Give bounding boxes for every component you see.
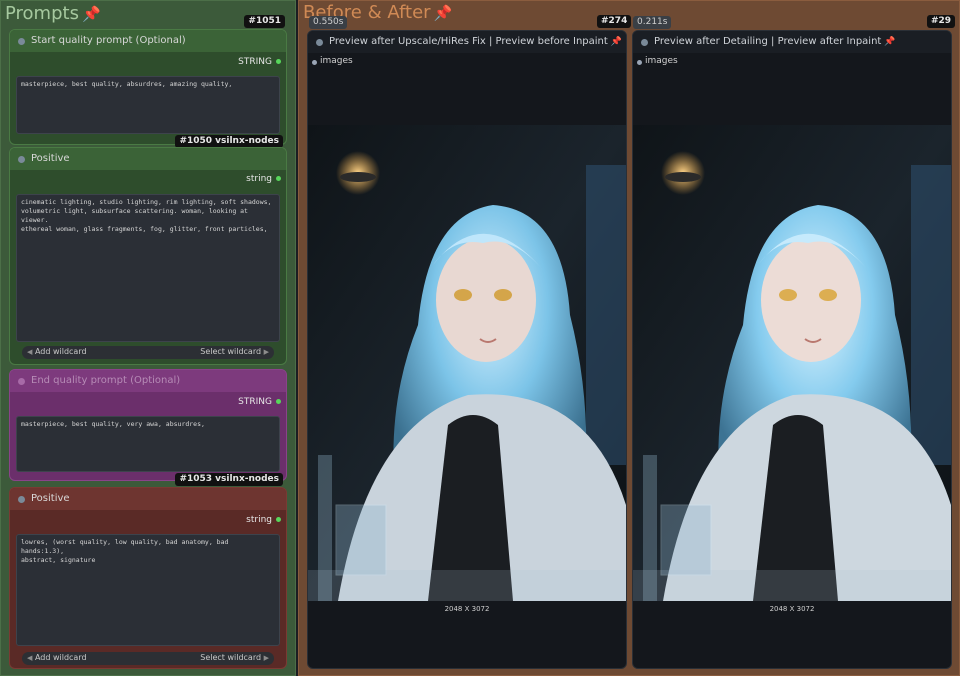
pin-icon[interactable]: 📌 [434,4,453,22]
node-title: Positive [31,153,70,164]
prompts-group[interactable]: Prompts 📌 #1051 Start quality prompt (Opt… [0,0,296,676]
collapse-dot-icon[interactable] [18,38,25,45]
negative-textarea[interactable]: lowres, (worst quality, low quality, bad… [16,534,280,646]
pin-icon[interactable]: 📌 [884,37,895,47]
collapse-dot-icon[interactable] [18,496,25,503]
end-quality-textarea[interactable]: masterpiece, best quality, very awa, abs… [16,416,280,472]
wildcard-bar[interactable]: ◀ Add wildcard Select wildcard ▶ [22,652,274,665]
output-label: string [246,515,272,525]
prompts-group-badge: #1051 [244,15,285,28]
negative-node[interactable]: Positive string lowres, (worst quality, … [9,487,287,669]
input-label: images [645,56,678,66]
start-quality-node[interactable]: Start quality prompt (Optional) STRING m… [9,29,287,145]
execution-time-badge: 0.211s [633,16,672,29]
preview-node-after[interactable]: Preview after Detailing | Preview after … [632,30,952,669]
image-dimensions: 2048 X 3072 [769,605,815,613]
collapse-dot-icon[interactable] [18,156,25,163]
node-header[interactable]: Positive [10,488,286,510]
pin-icon[interactable]: 📌 [82,5,101,23]
positive-textarea[interactable]: cinematic lighting, studio lighting, rim… [16,194,280,342]
triangle-right-icon: ▶ [263,348,269,356]
input-slot-icon[interactable] [637,60,642,65]
node-header[interactable]: End quality prompt (Optional) [10,370,286,392]
output-label: STRING [238,397,272,407]
add-wildcard-button[interactable]: ◀ Add wildcard [27,653,87,662]
pin-icon[interactable]: 📌 [611,37,622,47]
collapse-dot-icon[interactable] [641,39,648,46]
positive-node[interactable]: Positive string cinematic lighting, stud… [9,147,287,365]
add-wildcard-button[interactable]: ◀ Add wildcard [27,347,87,356]
node-header[interactable]: Positive [10,148,286,170]
node-title: End quality prompt (Optional) [31,375,181,386]
node-title: Start quality prompt (Optional) [31,35,186,46]
node-title: Positive [31,493,70,504]
node-title: Preview after Detailing | Preview after … [654,36,896,47]
preview-image[interactable] [308,125,626,601]
triangle-left-icon: ◀ [27,654,33,662]
collapse-dot-icon[interactable] [316,39,323,46]
collapse-dot-icon[interactable] [18,378,25,385]
input-label: images [320,56,353,66]
image-dimensions: 2048 X 3072 [444,605,490,613]
output-label: STRING [238,57,272,67]
output-slot-icon[interactable] [276,176,281,181]
output-label: string [246,174,272,184]
node-header[interactable]: Preview after Upscale/HiRes Fix | Previe… [308,31,626,53]
select-wildcard-button[interactable]: Select wildcard ▶ [200,653,269,662]
output-slot-icon[interactable] [276,399,281,404]
triangle-right-icon: ▶ [263,654,269,662]
preview-node-before[interactable]: Preview after Upscale/HiRes Fix | Previe… [307,30,627,669]
triangle-left-icon: ◀ [27,348,33,356]
node-header[interactable]: Preview after Detailing | Preview after … [633,31,951,53]
preview-image[interactable] [633,125,951,601]
end-quality-node[interactable]: End quality prompt (Optional) STRING mas… [9,369,287,481]
output-slot-icon[interactable] [276,517,281,522]
node-title: Preview after Upscale/HiRes Fix | Previe… [329,36,623,47]
select-wildcard-button[interactable]: Select wildcard ▶ [200,347,269,356]
wildcard-bar[interactable]: ◀ Add wildcard Select wildcard ▶ [22,346,274,359]
start-quality-textarea[interactable]: masterpiece, best quality, absurdres, am… [16,76,280,134]
node-header[interactable]: Start quality prompt (Optional) [10,30,286,52]
execution-time-badge: 0.550s [309,16,348,29]
prompts-group-title: Prompts 📌 [5,3,101,24]
node-badge: #29 [927,15,956,28]
node-badge: #274 [597,15,632,28]
output-slot-icon[interactable] [276,59,281,64]
input-slot-icon[interactable] [312,60,317,65]
before-after-group[interactable]: Before & After 📌 0.550s #274 Preview afte… [298,0,960,676]
node-badge: #1053 vsilnx-nodes [175,473,283,486]
